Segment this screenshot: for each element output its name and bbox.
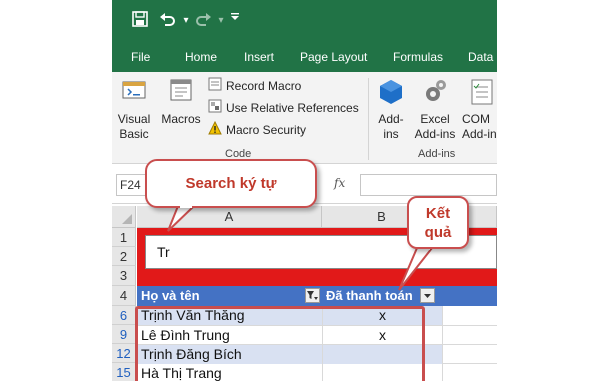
result-callout-line-2: quả [424, 224, 452, 241]
result-callout-line-1: Kết [425, 205, 451, 222]
screenshot: ▾ ▾ File Home Insert Page Layout Formula… [0, 0, 601, 381]
result-callout: Kết quả [407, 196, 469, 249]
callout-pointer-mask [180, 203, 430, 250]
